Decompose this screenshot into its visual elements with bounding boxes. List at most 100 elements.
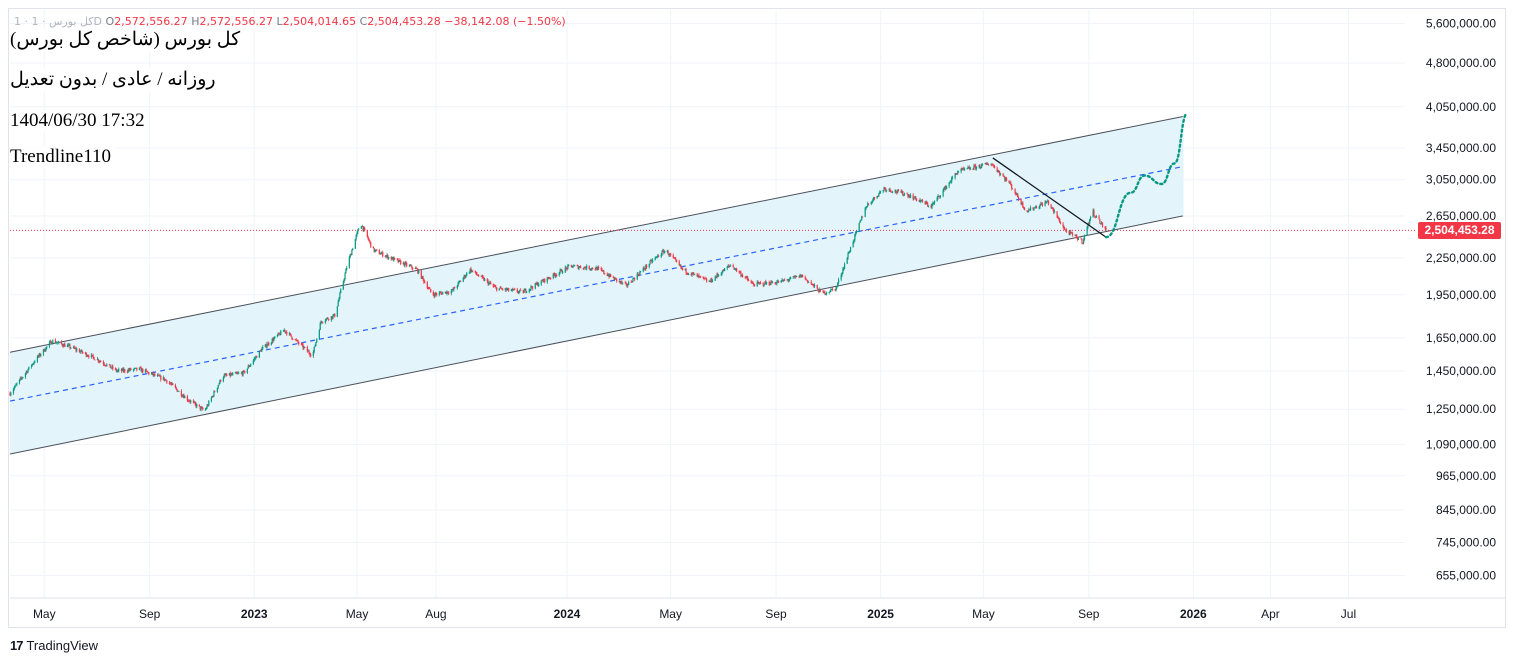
candle-body bbox=[372, 246, 374, 249]
candle-body bbox=[1050, 204, 1052, 208]
candle-body bbox=[146, 370, 148, 372]
candle-body bbox=[966, 168, 968, 170]
candle-body bbox=[69, 344, 71, 349]
x-tick-label: 2024 bbox=[554, 607, 581, 621]
candle-body bbox=[1099, 219, 1101, 224]
candle-body bbox=[338, 298, 340, 302]
candle-body bbox=[51, 342, 53, 344]
candle-body bbox=[58, 341, 60, 343]
candle-body bbox=[879, 191, 882, 193]
candle-body bbox=[262, 346, 264, 349]
candle-body bbox=[598, 267, 600, 269]
candle-body bbox=[225, 374, 227, 376]
candle-body bbox=[603, 270, 605, 274]
candle-body bbox=[172, 383, 174, 385]
candle-body bbox=[33, 362, 35, 364]
candle-body bbox=[100, 361, 102, 363]
candle-body bbox=[266, 345, 268, 348]
candle-body bbox=[832, 288, 834, 290]
candle-body bbox=[843, 268, 845, 270]
candle-body bbox=[106, 364, 108, 366]
candle-body bbox=[903, 194, 905, 196]
candle-body bbox=[1039, 204, 1041, 208]
candle-body bbox=[309, 353, 311, 356]
candle-body bbox=[516, 289, 518, 293]
candle-body bbox=[400, 260, 402, 265]
candle-body bbox=[676, 259, 678, 262]
candle-body bbox=[864, 208, 866, 217]
candle-body bbox=[388, 256, 390, 259]
candle-body bbox=[327, 317, 329, 320]
candle-body bbox=[752, 282, 754, 285]
candle-body bbox=[456, 285, 458, 289]
candle-body bbox=[154, 373, 156, 376]
candle-body bbox=[368, 239, 370, 241]
candle-body bbox=[1105, 227, 1107, 231]
y-tick-label: 655,000.00 bbox=[1436, 568, 1496, 582]
legend-open-label: O bbox=[105, 15, 115, 28]
candle-body bbox=[280, 330, 282, 336]
candle-body bbox=[291, 336, 293, 339]
candle-body bbox=[32, 363, 34, 365]
tradingview-brand-name: TradingView bbox=[26, 638, 99, 653]
candle-body bbox=[784, 279, 786, 281]
candle-body bbox=[1083, 239, 1085, 244]
candle-body bbox=[673, 257, 675, 259]
candle-body bbox=[178, 390, 180, 392]
candle-body bbox=[1089, 219, 1091, 224]
candle-body bbox=[726, 267, 728, 269]
candle-body bbox=[339, 293, 341, 299]
candle-body bbox=[498, 288, 500, 291]
candle-body bbox=[1023, 207, 1026, 211]
candle-body bbox=[951, 177, 954, 179]
price-chart[interactable]: 5,600,000.00 4,800,000.00 4,050,000.00 3,45… bbox=[0, 0, 1516, 663]
candle-body bbox=[1038, 207, 1040, 209]
candle-body bbox=[721, 272, 723, 275]
x-tick-label: Apr bbox=[1261, 607, 1280, 621]
candle-body bbox=[112, 366, 114, 369]
candle-body bbox=[706, 278, 708, 282]
candle-body bbox=[246, 368, 248, 373]
candle-body bbox=[754, 285, 756, 287]
x-tick-label: Aug bbox=[425, 607, 446, 621]
candle-body bbox=[847, 253, 849, 258]
candle-body bbox=[558, 272, 560, 276]
legend-symbol: 1 · كل بورس · 1D bbox=[14, 15, 103, 28]
candle-body bbox=[1017, 193, 1019, 198]
candle-body bbox=[774, 282, 776, 284]
candle-body bbox=[580, 266, 582, 269]
candle-body bbox=[457, 282, 459, 286]
candle-body bbox=[202, 407, 204, 410]
y-tick-label: 3,450,000.00 bbox=[1426, 141, 1496, 155]
candle-body bbox=[396, 258, 398, 260]
y-tick-label: 745,000.00 bbox=[1436, 535, 1496, 549]
candle-body bbox=[836, 286, 838, 288]
candle-body bbox=[316, 338, 318, 343]
candle-body bbox=[174, 384, 176, 388]
candle-body bbox=[369, 240, 371, 242]
candle-body bbox=[406, 263, 408, 266]
candle-body bbox=[933, 201, 936, 203]
candle-body bbox=[855, 230, 858, 233]
candle-body bbox=[466, 272, 468, 276]
tradingview-brand[interactable]: 17 TradingView bbox=[10, 638, 98, 653]
candle-body bbox=[308, 350, 310, 354]
candle-body bbox=[176, 389, 178, 392]
candle-body bbox=[816, 284, 818, 289]
x-tick-label: May bbox=[346, 607, 369, 621]
candle-body bbox=[354, 239, 356, 249]
candle-body bbox=[858, 222, 860, 231]
candle-body bbox=[655, 256, 657, 258]
candle-body bbox=[36, 356, 39, 362]
candle-body bbox=[670, 253, 672, 256]
candle-body bbox=[79, 351, 81, 353]
candle-body bbox=[733, 267, 735, 270]
candle-body bbox=[780, 280, 782, 283]
candle-body bbox=[208, 401, 210, 406]
candle-body bbox=[332, 315, 334, 319]
y-tick-label: 2,650,000.00 bbox=[1426, 209, 1496, 223]
candle-body bbox=[180, 390, 182, 396]
candle-body bbox=[1041, 203, 1044, 206]
candle-body bbox=[1094, 215, 1096, 217]
candle-body bbox=[118, 369, 120, 371]
